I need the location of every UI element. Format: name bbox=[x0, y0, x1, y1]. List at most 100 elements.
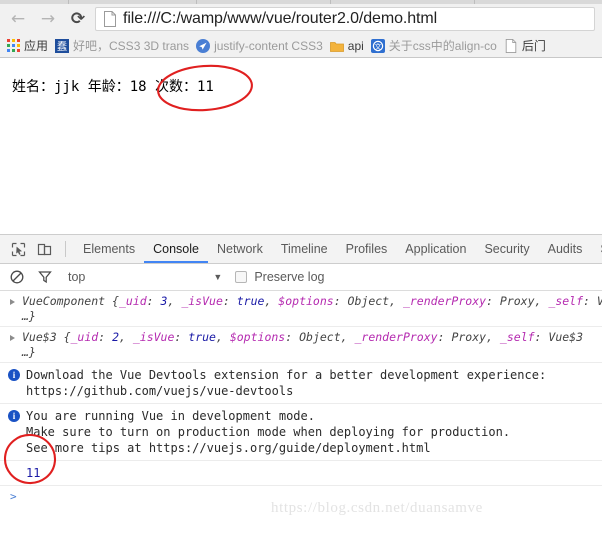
object-value: true bbox=[236, 294, 265, 308]
info-text-line: See more tips at https://vuejs.org/guide… bbox=[26, 441, 431, 455]
console-row-info[interactable]: i You are running Vue in development mod… bbox=[0, 404, 602, 461]
console-row-object[interactable]: Vue$3 {_uid: 2, _isVue: true, $options: … bbox=[0, 327, 602, 363]
object-constructor: Vue$3 bbox=[22, 330, 57, 344]
device-toolbar-icon bbox=[37, 243, 51, 255]
sep: : bbox=[486, 294, 500, 308]
info-icon: i bbox=[8, 369, 20, 381]
url-text: file:///C:/wamp/www/vue/router2.0/demo.h… bbox=[123, 10, 438, 27]
tab-sources[interactable]: Sources bbox=[591, 235, 602, 263]
object-preview: Vue$3 {_uid: 2, _isVue: true, $options: … bbox=[22, 330, 584, 344]
object-key: $options bbox=[278, 294, 334, 308]
bookmark-label: justify-content CSS3 bbox=[214, 38, 323, 53]
page-viewport: 姓名：jjk 年龄：18 次数：11 bbox=[0, 58, 602, 234]
back-button[interactable]: ← bbox=[6, 7, 30, 31]
sep: : bbox=[583, 294, 597, 308]
page-content-text: 姓名：jjk 年龄：18 次数：11 bbox=[12, 79, 214, 95]
forward-button[interactable]: → bbox=[36, 7, 60, 31]
reload-icon: ⟳ bbox=[70, 8, 86, 29]
sep: : bbox=[98, 330, 113, 344]
object-key: $options bbox=[229, 330, 286, 344]
sep: : bbox=[174, 330, 189, 344]
watermark-text: https://blog.csdn.net/duansamve bbox=[271, 500, 483, 516]
object-value: Vue$3 bbox=[548, 330, 584, 344]
console-toolbar: top ▼ Preserve log bbox=[0, 264, 602, 291]
object-value: Object bbox=[299, 330, 341, 344]
svg-text:文: 文 bbox=[374, 42, 381, 51]
brace: { bbox=[112, 294, 119, 308]
sep: : bbox=[333, 294, 348, 308]
bookmark-item-css3-3d[interactable]: 蠢 好吧，CSS3 3D trans bbox=[55, 36, 189, 55]
console-row-object[interactable]: VueComponent {_uid: 3, _isVue: true, $op… bbox=[0, 291, 602, 327]
prompt-caret-icon: > bbox=[10, 490, 17, 503]
toolbar-divider bbox=[65, 241, 66, 257]
console-row-result[interactable]: 11 bbox=[0, 461, 602, 486]
chevron-down-icon[interactable]: ▼ bbox=[213, 272, 222, 282]
object-key: _isVue bbox=[181, 294, 223, 308]
bookmark-item-backdoor[interactable]: 后门 bbox=[504, 36, 546, 55]
clear-console-icon bbox=[10, 270, 24, 284]
devtools-panel: Elements Console Network Timeline Profil… bbox=[0, 234, 602, 540]
info-text-line: Download the Vue Devtools extension for … bbox=[26, 368, 547, 382]
filter-button[interactable] bbox=[34, 266, 56, 288]
preserve-log-checkbox[interactable] bbox=[235, 271, 248, 283]
preserve-log-label: Preserve log bbox=[254, 270, 325, 284]
object-key: _uid bbox=[70, 330, 99, 344]
object-continuation: …} bbox=[22, 345, 36, 359]
address-bar[interactable]: file:///C:/wamp/www/vue/router2.0/demo.h… bbox=[95, 7, 595, 31]
tab-elements[interactable]: Elements bbox=[74, 235, 144, 263]
tab-profiles[interactable]: Profiles bbox=[337, 235, 397, 263]
tab-audits[interactable]: Audits bbox=[539, 235, 592, 263]
tab-network[interactable]: Network bbox=[208, 235, 272, 263]
site-favicon-circle-icon: 文 bbox=[370, 38, 385, 53]
site-favicon-bird-icon bbox=[196, 38, 211, 53]
apps-grid-icon bbox=[7, 39, 20, 52]
clear-console-button[interactable] bbox=[6, 266, 28, 288]
bookmarks-bar: 应用 蠢 好吧，CSS3 3D trans justify-content CS… bbox=[0, 34, 602, 57]
sep: : bbox=[146, 294, 161, 308]
device-toolbar-button[interactable] bbox=[31, 236, 57, 262]
bookmark-item-apps[interactable]: 应用 bbox=[7, 36, 48, 55]
brace: { bbox=[63, 330, 71, 344]
info-text-line: https://github.com/vuejs/vue-devtools bbox=[26, 384, 294, 398]
filter-icon bbox=[38, 271, 52, 284]
console-row-info[interactable]: i Download the Vue Devtools extension fo… bbox=[0, 363, 602, 404]
object-key: _renderProxy bbox=[354, 330, 438, 344]
object-value: Object bbox=[347, 294, 390, 308]
object-key: _uid bbox=[118, 294, 147, 308]
bookmark-label: api bbox=[347, 38, 364, 53]
info-text-line: Make sure to turn on production mode whe… bbox=[26, 425, 511, 439]
object-continuation: …} bbox=[22, 309, 36, 323]
tab-timeline[interactable]: Timeline bbox=[272, 235, 337, 263]
sep: : bbox=[534, 330, 549, 344]
bookmark-label: 应用 bbox=[24, 39, 49, 53]
object-constructor: VueComponent bbox=[22, 294, 106, 308]
browser-chrome: ← → ⟳ file:///C:/wamp/www/vue/router2.0/… bbox=[0, 0, 602, 58]
back-arrow-icon: ← bbox=[10, 8, 26, 29]
bookmark-item-justify-content[interactable]: justify-content CSS3 bbox=[196, 36, 323, 55]
info-text-line: You are running Vue in development mode. bbox=[26, 409, 315, 423]
object-key: _renderProxy bbox=[402, 294, 487, 308]
reload-button[interactable]: ⟳ bbox=[66, 7, 90, 31]
expand-triangle-icon[interactable] bbox=[10, 299, 15, 305]
bookmark-label: 后门 bbox=[521, 39, 546, 53]
execution-context-select[interactable]: top bbox=[68, 270, 85, 284]
page-document-icon bbox=[104, 11, 116, 27]
page-document-icon bbox=[505, 38, 517, 53]
sep: : bbox=[285, 330, 300, 344]
object-value: 2 bbox=[112, 330, 119, 344]
object-key: _self bbox=[499, 330, 535, 344]
bookmark-label: 好吧，CSS3 3D trans bbox=[73, 39, 190, 53]
navigation-bar: ← → ⟳ file:///C:/wamp/www/vue/router2.0/… bbox=[0, 4, 602, 34]
object-preview: VueComponent {_uid: 3, _isVue: true, $op… bbox=[22, 294, 602, 309]
object-value: Vue bbox=[597, 294, 602, 308]
expand-triangle-icon[interactable] bbox=[10, 335, 15, 341]
bookmark-item-api[interactable]: api bbox=[329, 36, 364, 55]
object-key: _isVue bbox=[132, 330, 175, 344]
devtools-tab-bar: Elements Console Network Timeline Profil… bbox=[0, 235, 602, 264]
sep: : bbox=[437, 330, 452, 344]
tab-security[interactable]: Security bbox=[475, 235, 538, 263]
inspect-element-button[interactable] bbox=[5, 236, 31, 262]
tab-application[interactable]: Application bbox=[396, 235, 475, 263]
tab-console[interactable]: Console bbox=[144, 235, 208, 263]
bookmark-item-align-content[interactable]: 文 关于css中的align-co bbox=[370, 36, 497, 55]
